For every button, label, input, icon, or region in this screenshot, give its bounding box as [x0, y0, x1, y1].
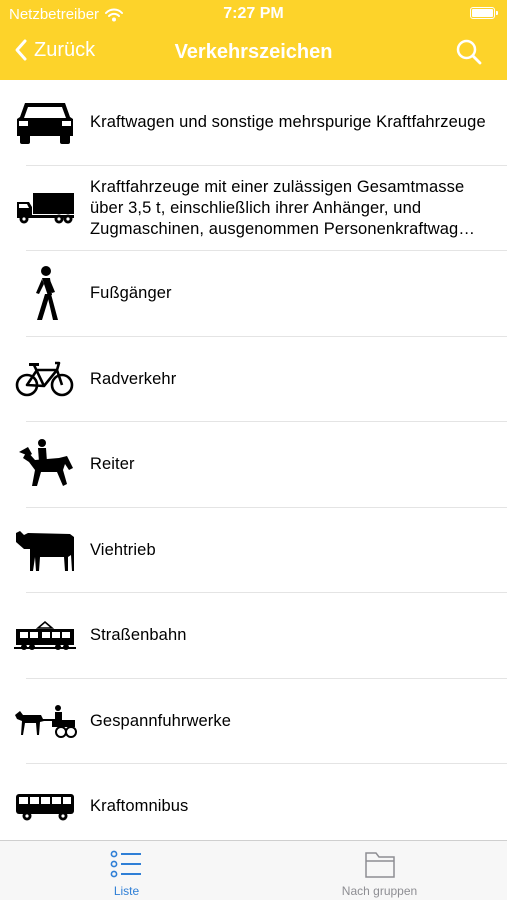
tab-label: Liste	[113, 884, 140, 898]
tram-icon	[0, 593, 90, 679]
list-item[interactable]: Viehtrieb	[0, 508, 507, 594]
status-bar: Netzbetreiber 7:27 PM	[0, 0, 507, 28]
list-item-label: Reiter	[90, 455, 135, 474]
list-item[interactable]: Kraftwagen und sonstige mehrspurige Kraf…	[0, 80, 507, 166]
list-item[interactable]: Radverkehr	[0, 337, 507, 423]
sign-list: Kraftwagen und sonstige mehrspurige Kraf…	[0, 80, 507, 840]
navigation-bar: Zurück Verkehrszeichen	[0, 28, 507, 80]
list-icon	[110, 850, 141, 878]
battery-level	[472, 9, 493, 17]
bus-icon	[0, 764, 90, 840]
horse-carriage-icon	[0, 679, 90, 765]
list-item-label: Radverkehr	[90, 369, 177, 388]
list-item-label: Viehtrieb	[90, 540, 156, 559]
pedestrian-icon	[0, 251, 90, 337]
list-item-label: Kraftwagen und sonstige mehrspurige Kraf…	[90, 113, 486, 132]
list-item[interactable]: Fußgänger	[0, 251, 507, 337]
battery-icon	[470, 7, 498, 19]
bicycle-icon	[0, 337, 90, 423]
status-time: 7:27 PM	[223, 5, 284, 22]
folder-icon	[365, 852, 395, 878]
car-icon	[0, 80, 90, 166]
truck-icon	[0, 166, 90, 252]
search-icon	[456, 39, 482, 65]
list-item[interactable]: Kraftfahrzeuge mit einer zulässigen Gesa…	[0, 166, 507, 252]
tab-bar: Liste Nach gruppen	[0, 840, 507, 900]
list-item[interactable]: Straßenbahn	[0, 593, 507, 679]
top-bar: Netzbetreiber 7:27 PM Zurück Verkehrszei…	[0, 0, 507, 80]
list-item-label: Fußgänger	[90, 284, 172, 303]
list-item[interactable]: Gespannfuhrwerke	[0, 679, 507, 765]
list-item-label: Straßenbahn	[90, 626, 187, 645]
list-item-label: Kraftomnibus	[90, 797, 189, 816]
tab-liste[interactable]: Liste	[0, 841, 253, 900]
tab-nach-gruppen[interactable]: Nach gruppen	[253, 841, 506, 900]
search-button[interactable]	[455, 38, 483, 71]
list-item[interactable]: Reiter	[0, 422, 507, 508]
list-item-label: Kraftfahrzeuge mit einer zulässigen Gesa…	[90, 177, 475, 238]
list-item-label: Gespannfuhrwerke	[90, 711, 232, 730]
cow-icon	[0, 508, 90, 594]
list-item[interactable]: Kraftomnibus	[0, 764, 507, 840]
tab-label: Nach gruppen	[341, 884, 418, 898]
horse-rider-icon	[0, 422, 90, 508]
page-title: Verkehrszeichen	[174, 41, 333, 63]
